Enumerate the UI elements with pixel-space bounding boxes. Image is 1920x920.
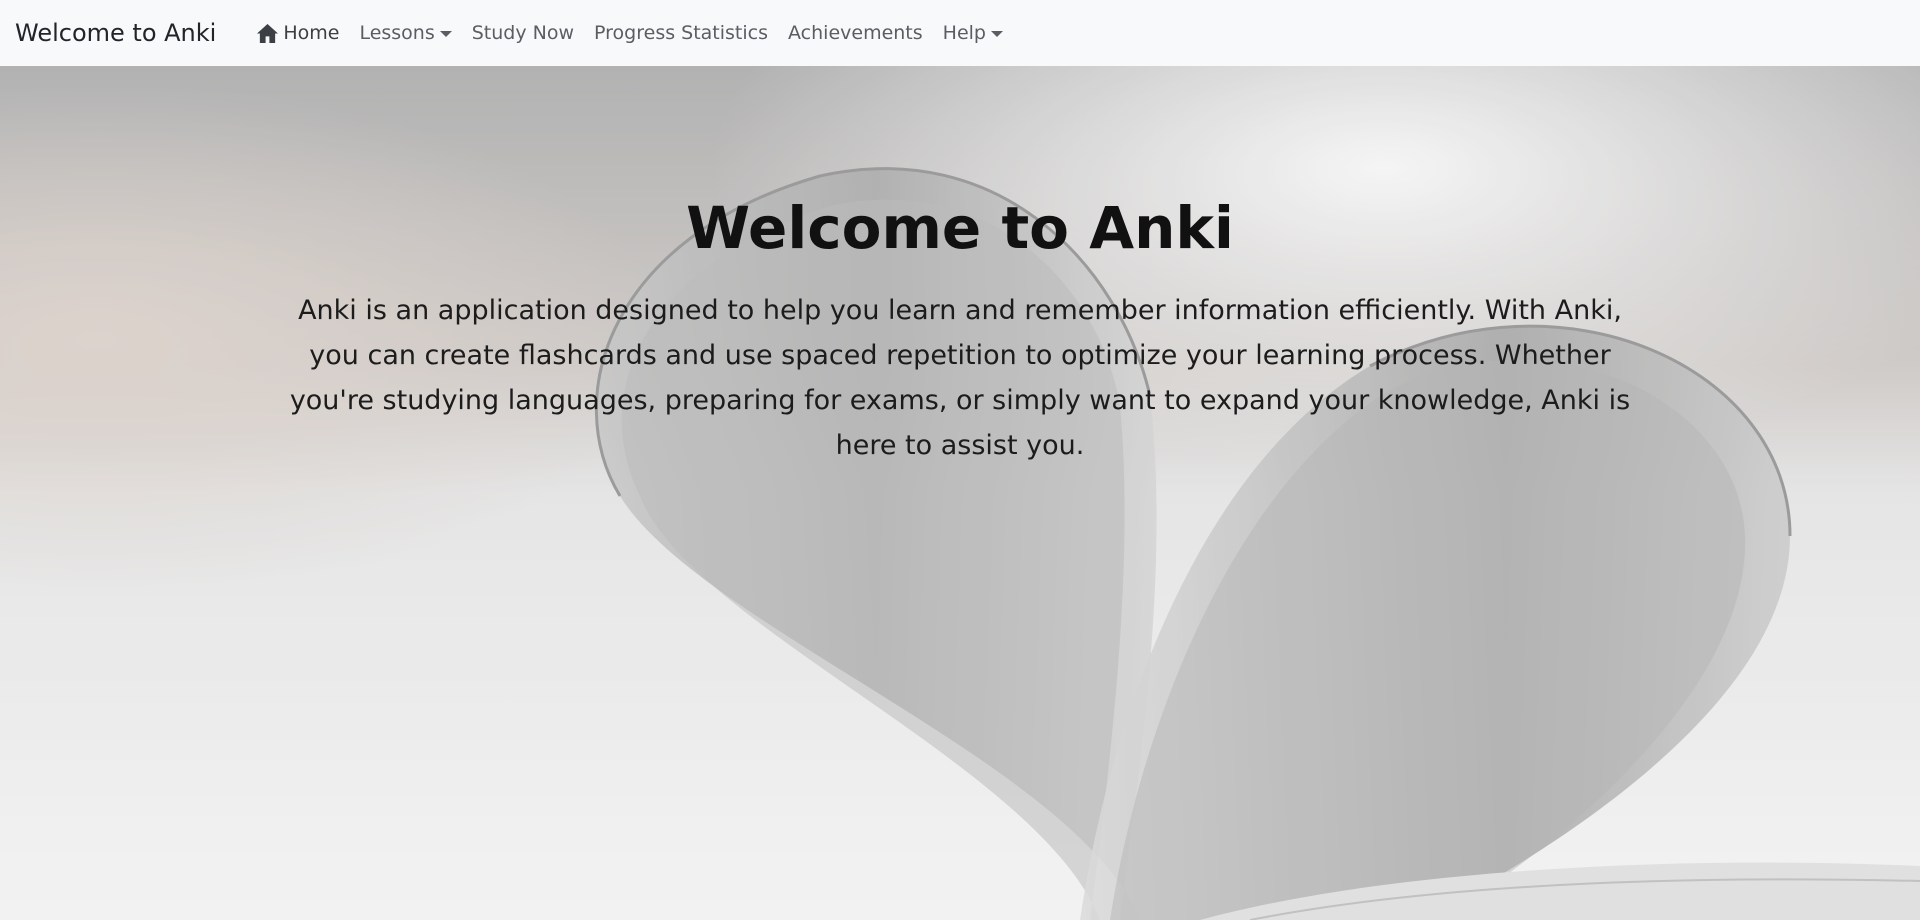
nav-item-lessons[interactable]: Lessons: [349, 22, 461, 44]
nav-item-help-label: Help: [942, 22, 986, 44]
nav-item-study-now[interactable]: Study Now: [462, 22, 584, 44]
navbar-brand[interactable]: Welcome to Anki: [15, 19, 216, 47]
hero-title: Welcome to Anki: [686, 194, 1234, 262]
nav-item-achievements-label: Achievements: [788, 22, 923, 44]
nav-item-home[interactable]: Home: [246, 22, 349, 44]
nav-item-progress-statistics-label: Progress Statistics: [594, 22, 769, 44]
nav-item-achievements[interactable]: Achievements: [778, 22, 933, 44]
nav-item-lessons-label: Lessons: [359, 22, 435, 44]
nav-item-home-label: Home: [283, 22, 340, 44]
nav-menu: Home Lessons Study Now Progress Statisti…: [246, 22, 1013, 44]
nav-item-study-now-label: Study Now: [471, 22, 575, 44]
chevron-down-icon: [991, 31, 1003, 37]
hero-section: Welcome to Anki Anki is an application d…: [0, 66, 1920, 920]
hero-description: Anki is an application designed to help …: [289, 294, 1631, 461]
hero-content: Welcome to Anki Anki is an application d…: [270, 194, 1650, 468]
top-navbar: Welcome to Anki Home Lessons Study Now P…: [0, 0, 1920, 66]
nav-item-progress-statistics[interactable]: Progress Statistics: [584, 22, 778, 44]
chevron-down-icon: [439, 31, 452, 37]
home-icon: [257, 23, 279, 43]
nav-item-help[interactable]: Help: [933, 22, 1013, 44]
